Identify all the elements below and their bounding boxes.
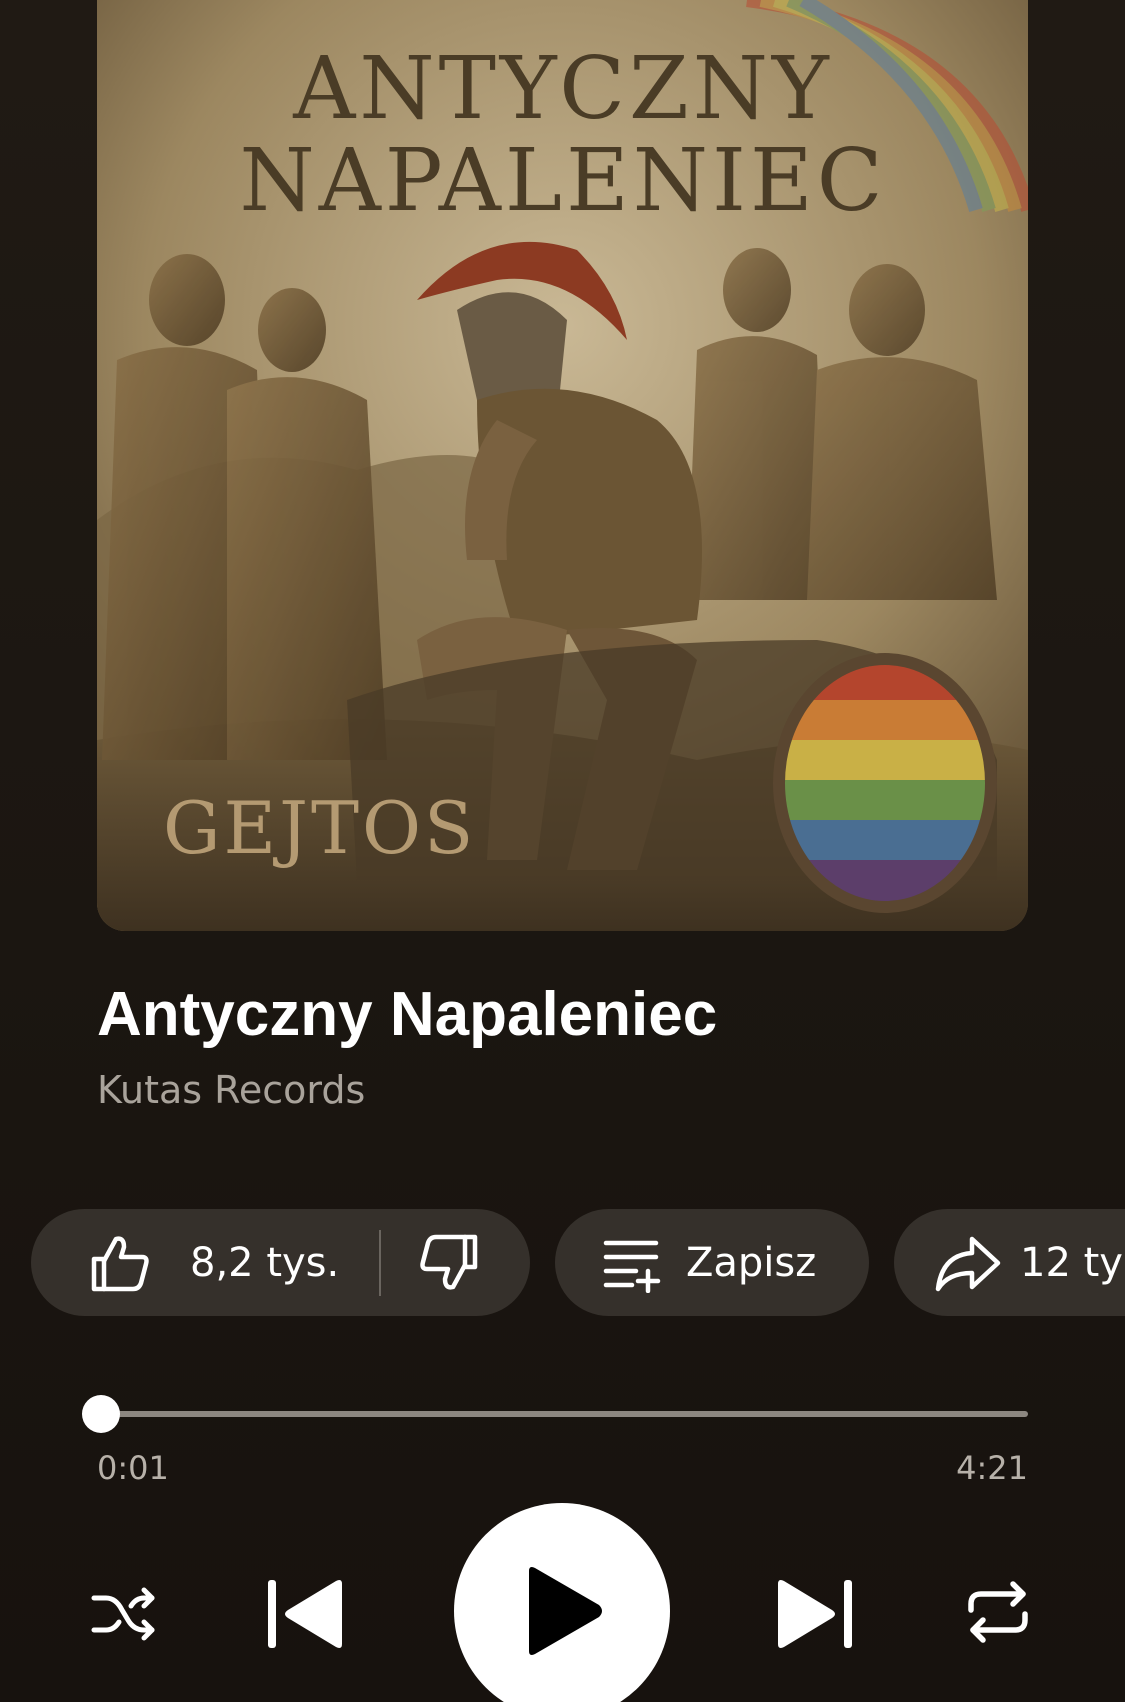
total-duration: 4:21 bbox=[956, 1449, 1028, 1487]
svg-text:NAPALENIEC: NAPALENIEC bbox=[239, 131, 886, 231]
playlist-add-icon bbox=[602, 1233, 662, 1293]
thumbs-up-icon bbox=[88, 1231, 152, 1295]
share-arrow-icon bbox=[934, 1233, 1002, 1293]
repeat-icon bbox=[965, 1580, 1031, 1644]
svg-text:GEJTOS: GEJTOS bbox=[163, 786, 476, 870]
thumbs-down-icon bbox=[417, 1231, 481, 1295]
play-icon bbox=[521, 1565, 603, 1657]
skip-next-icon bbox=[772, 1576, 858, 1652]
progress-bar[interactable] bbox=[81, 1395, 1028, 1433]
track-artist[interactable]: Kutas Records bbox=[97, 1063, 365, 1117]
next-button[interactable] bbox=[772, 1574, 858, 1654]
share-button[interactable]: 12 tys. bbox=[894, 1209, 1125, 1316]
share-count: 12 tys. bbox=[1020, 1239, 1125, 1286]
save-label: Zapisz bbox=[686, 1239, 817, 1286]
track-title: Antyczny Napaleniec bbox=[97, 980, 718, 1049]
like-button[interactable]: 8,2 tys. bbox=[31, 1209, 339, 1316]
previous-button[interactable] bbox=[262, 1574, 348, 1654]
now-playing-screen: ANTYCZNY NAPALENIEC GEJTOS Antyczny Napa… bbox=[0, 0, 1125, 1702]
like-dislike-chip: 8,2 tys. bbox=[31, 1209, 530, 1316]
shuffle-button[interactable] bbox=[88, 1578, 160, 1650]
dislike-button[interactable] bbox=[381, 1209, 481, 1316]
elapsed-time: 0:01 bbox=[97, 1449, 169, 1487]
svg-text:ANTYCZNY: ANTYCZNY bbox=[292, 39, 833, 139]
repeat-button[interactable] bbox=[962, 1576, 1034, 1648]
album-cover-artwork: ANTYCZNY NAPALENIEC GEJTOS bbox=[97, 0, 1028, 931]
like-count: 8,2 tys. bbox=[190, 1239, 340, 1286]
progress-track bbox=[97, 1411, 1028, 1417]
album-cover: ANTYCZNY NAPALENIEC GEJTOS bbox=[97, 0, 1028, 931]
progress-thumb[interactable] bbox=[81, 1395, 120, 1433]
play-button[interactable] bbox=[454, 1503, 670, 1702]
save-button[interactable]: Zapisz bbox=[555, 1209, 869, 1316]
skip-previous-icon bbox=[262, 1576, 348, 1652]
shuffle-icon bbox=[90, 1584, 158, 1644]
